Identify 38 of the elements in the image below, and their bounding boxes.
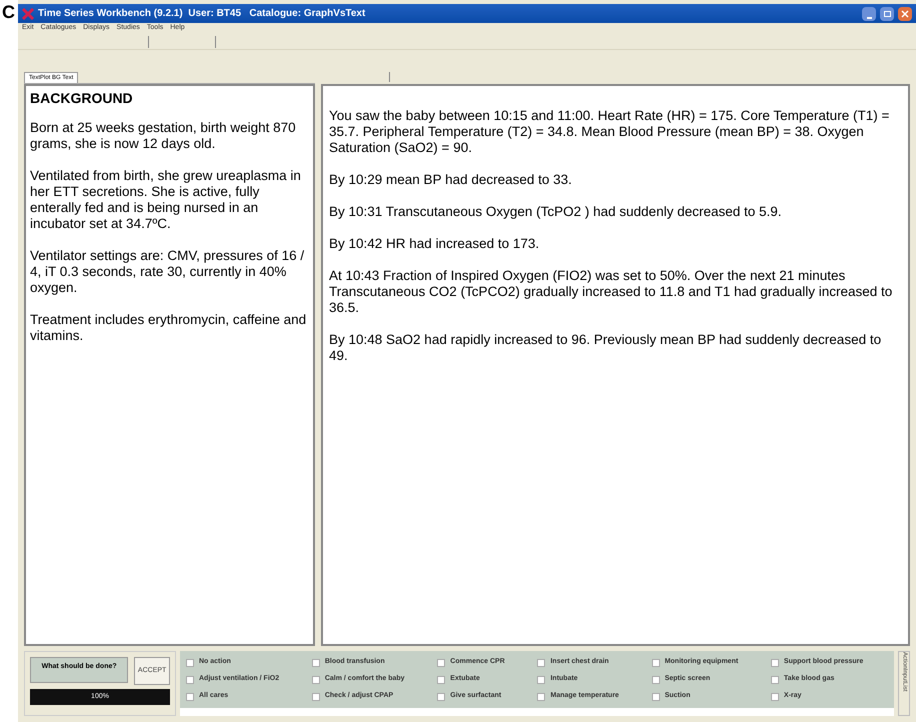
narrative-paragraph: By 10:31 Transcutaneous Oxygen (TcPO2 ) had suddenly decreased to 5.9. (329, 204, 783, 220)
window-title: Time Series Workbench (9.2.1) User: BT45 Catalogue: GraphVsText (38, 7, 366, 21)
narrative-paragraph: You saw the baby between 10:15 and 11:00. Heart Rate (HR) = 175. Core Temperature (T1) = 35.7. Peripheral Temperature (T2) = 34.8. Mean Blood Pressure (mean BP) = 38. Oxygen Saturation (SaO2) = 90. (329, 108, 890, 156)
checkbox[interactable] (537, 692, 546, 700)
background-paragraph: Ventilator settings are: CMV, pressures of 16 / 4, iT 0.3 seconds, rate 30, currently in 40% oxygen. (30, 248, 306, 296)
checkbox[interactable] (652, 676, 660, 684)
figure-label: C (2, 2, 15, 22)
checkbox[interactable] (186, 676, 194, 684)
narrative-paragraph: At 10:43 Fraction of Inspired Oxygen (FIO2) was set to 50%. Over the next 21 minutes Transcutaneous CO2 (TcPCO2) gradually increased to 11.8 and T1 had gradually increased to 36.5. (329, 268, 894, 316)
minimize-icon (866, 16, 872, 18)
close-button[interactable] (898, 6, 912, 20)
narrative-paragraph: By 10:29 mean BP had decreased to 33. (329, 172, 573, 188)
app-icon (22, 8, 34, 20)
narrative-paragraph: By 10:48 SaO2 had rapidly increased to 96. Previously mean BP had suddenly decreased to 49. (329, 332, 882, 364)
checkbox[interactable] (312, 692, 320, 700)
maximize-icon (884, 10, 890, 16)
checkbox[interactable] (186, 658, 194, 666)
checkbox[interactable] (312, 676, 320, 684)
minimize-button[interactable] (862, 6, 876, 20)
checkbox[interactable] (186, 692, 194, 700)
checkbox[interactable] (437, 676, 446, 684)
checkbox[interactable] (652, 658, 660, 666)
checkbox[interactable] (537, 676, 546, 684)
checkbox[interactable] (770, 676, 779, 684)
checkbox[interactable] (312, 658, 320, 666)
background-heading: BACKGROUND (30, 90, 134, 106)
maximize-button[interactable] (880, 6, 894, 20)
background-paragraph: Born at 25 weeks gestation, birth weight 870 grams, she is now 12 days old. (30, 120, 297, 152)
checkbox[interactable] (652, 692, 660, 700)
checkbox[interactable] (770, 692, 779, 700)
background-paragraph: Treatment includes erythromycin, caffeine and vitamins. (30, 312, 308, 344)
background-paragraph: Ventilated from birth, she grew ureaplasma in her ETT secretions. She is active, fully enterally fed and is being nursed in an incubator set at 34.7ºC. (30, 168, 302, 232)
narrative-paragraph: By 10:42 HR had increased to 173. (329, 236, 540, 252)
close-icon (901, 10, 909, 18)
checkbox[interactable] (770, 658, 779, 666)
checkbox[interactable] (537, 658, 546, 666)
checkbox[interactable] (437, 692, 446, 700)
checkbox[interactable] (437, 658, 446, 666)
